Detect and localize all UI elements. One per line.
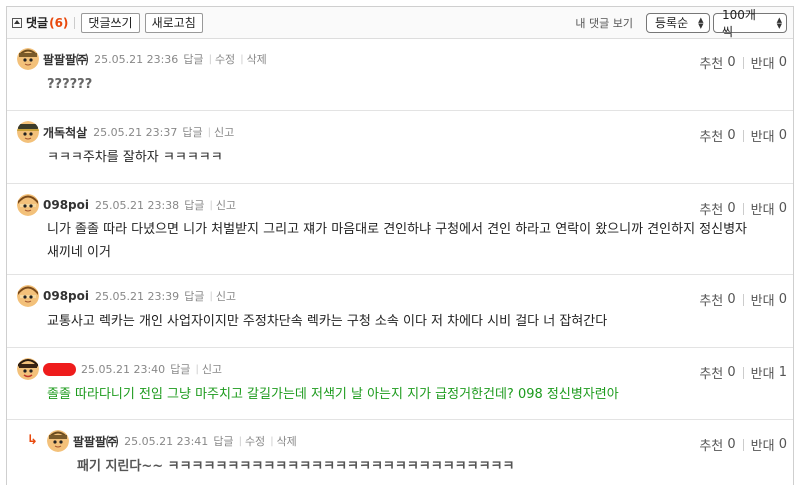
page-size-select-value: 100개씩 xyxy=(722,7,756,39)
upvote-count: 0 xyxy=(727,292,736,307)
upvote-label[interactable]: 추천 xyxy=(699,199,723,218)
vote-box: 추천 0 반대 0 xyxy=(699,290,787,309)
upvote-count: 0 xyxy=(727,55,736,70)
comment-date: 25.05.21 23:38 xyxy=(95,198,180,212)
upvote-label[interactable]: 추천 xyxy=(699,53,723,72)
reply-link[interactable]: 답글 xyxy=(170,361,190,377)
delete-link[interactable]: 삭제 xyxy=(247,51,267,67)
comment-item: 098poi 25.05.21 23:39 답글 | 신고 추천 0 반대 0 … xyxy=(7,275,793,348)
comment-author[interactable]: 개독척살 xyxy=(43,124,87,141)
vote-box: 추천 0 반대 0 xyxy=(699,199,787,218)
comment-text: ?????? xyxy=(47,77,93,92)
reply-link[interactable]: 답글 xyxy=(182,124,202,140)
downvote-count: 0 xyxy=(778,128,787,143)
comment-item: 098poi 25.05.21 23:38 답글 | 신고 추천 0 반대 0 … xyxy=(7,184,793,275)
redacted-nickname xyxy=(43,362,76,376)
avatar[interactable] xyxy=(17,121,39,143)
upvote-label[interactable]: 추천 xyxy=(699,126,723,145)
avatar[interactable] xyxy=(47,430,69,452)
reply-arrow-icon: ↳ xyxy=(27,433,38,448)
report-link[interactable]: 신고 xyxy=(202,361,222,377)
comment-item: 개독척살 25.05.21 23:37 답글 | 신고 추천 0 반대 0 ㅋㅋ… xyxy=(7,111,793,184)
downvote-count: 0 xyxy=(778,437,787,452)
page-size-select[interactable]: 100개씩 ▲ ▼ xyxy=(713,8,787,39)
downvote-label[interactable]: 반대 xyxy=(751,290,775,309)
comment-text: ㅋㅋㅋ주차를 잘하자 ㅋㅋㅋㅋㅋ xyxy=(47,150,223,165)
comment-text: 졸졸 따라다니기 전임 그냥 마주치고 갈길가는데 저색기 날 아는지 지가 급… xyxy=(47,387,619,402)
downvote-count: 0 xyxy=(778,201,787,216)
sort-select-value: 등록순 xyxy=(655,16,689,30)
avatar[interactable] xyxy=(17,48,39,70)
comment-date: 25.05.21 23:41 xyxy=(124,434,209,448)
upvote-count: 0 xyxy=(727,201,736,216)
refresh-button[interactable]: 새로고침 xyxy=(144,12,203,33)
select-arrows-icon: ▲ ▼ xyxy=(698,15,704,30)
avatar[interactable] xyxy=(17,194,39,216)
upvote-label[interactable]: 추천 xyxy=(699,363,723,382)
comment-item: 25.05.21 23:40 답글 | 신고 추천 0 반대 1 졸졸 따라다니… xyxy=(7,348,793,420)
reply-link[interactable]: 답글 xyxy=(183,51,203,67)
comment-item: 팔팔팔㈜ 25.05.21 23:36 답글 | 수정 | 삭제 추천 0 반대… xyxy=(7,39,793,111)
comment-date: 25.05.21 23:37 xyxy=(93,125,178,139)
comment-text: 패기 지린다~~ ㅋㅋㅋㅋㅋㅋㅋㅋㅋㅋㅋㅋㅋㅋㅋㅋㅋㅋㅋㅋㅋㅋㅋㅋㅋㅋㅋㅋㅋ xyxy=(77,459,515,474)
delete-link[interactable]: 삭제 xyxy=(277,433,297,449)
reply-link[interactable]: 답글 xyxy=(184,197,204,213)
edit-link[interactable]: 수정 xyxy=(215,51,235,67)
downvote-label[interactable]: 반대 xyxy=(751,126,775,145)
comment-date: 25.05.21 23:36 xyxy=(94,52,179,66)
collapse-toggle-icon[interactable] xyxy=(12,17,22,28)
edit-link[interactable]: 수정 xyxy=(245,433,265,449)
comment-toolbar: 댓글 (6) 댓글쓰기 새로고침 내 댓글 보기 등록순 ▲ ▼ 100개씩 ▲ ▼ xyxy=(7,7,793,39)
comment-text: 교통사고 렉카는 개인 사업자이지만 주정차단속 렉카는 구청 소속 이다 저 … xyxy=(47,314,608,329)
report-link[interactable]: 신고 xyxy=(216,197,236,213)
view-my-comments-link[interactable]: 내 댓글 보기 xyxy=(575,15,633,31)
downvote-label[interactable]: 반대 xyxy=(751,435,775,454)
downvote-label[interactable]: 반대 xyxy=(751,363,775,382)
comment-date: 25.05.21 23:39 xyxy=(95,289,180,303)
comment-section: 댓글 (6) 댓글쓰기 새로고침 내 댓글 보기 등록순 ▲ ▼ 100개씩 ▲ ▼… xyxy=(6,6,794,485)
comment-author[interactable]: 098poi xyxy=(43,289,89,303)
vote-box: 추천 0 반대 0 xyxy=(699,435,787,454)
report-link[interactable]: 신고 xyxy=(214,124,234,140)
downvote-count: 1 xyxy=(778,365,787,380)
comment-author[interactable]: 팔팔팔㈜ xyxy=(73,433,118,450)
write-comment-button[interactable]: 댓글쓰기 xyxy=(81,12,140,33)
downvote-count: 0 xyxy=(778,292,787,307)
downvote-count: 0 xyxy=(778,55,787,70)
comment-count: (6) xyxy=(49,15,69,30)
reply-link[interactable]: 답글 xyxy=(184,288,204,304)
downvote-label[interactable]: 반대 xyxy=(751,199,775,218)
comment-author[interactable]: 팔팔팔㈜ xyxy=(43,51,88,68)
upvote-count: 0 xyxy=(727,128,736,143)
avatar[interactable] xyxy=(17,285,39,307)
reply-comment-item: ↳ 팔팔팔㈜ 25.05.21 23:41 답글 | 수정 | 삭제 추천 0 … xyxy=(7,420,793,480)
downvote-label[interactable]: 반대 xyxy=(751,53,775,72)
select-arrows-icon: ▲ ▼ xyxy=(776,15,782,30)
vote-box: 추천 0 반대 1 xyxy=(699,363,787,382)
vote-box: 추천 0 반대 0 xyxy=(699,126,787,145)
comment-text: 니가 졸졸 따라 다녔으면 니가 처벌받지 그리고 쟤가 마음대로 견인하냐 구… xyxy=(47,222,747,260)
vote-box: 추천 0 반대 0 xyxy=(699,53,787,72)
comment-author[interactable]: 098poi xyxy=(43,198,89,212)
upvote-label[interactable]: 추천 xyxy=(699,290,723,309)
reply-link[interactable]: 답글 xyxy=(213,433,233,449)
comment-title[interactable]: 댓글 xyxy=(26,14,48,31)
avatar[interactable] xyxy=(17,358,39,380)
report-link[interactable]: 신고 xyxy=(216,288,236,304)
comment-date: 25.05.21 23:40 xyxy=(81,362,166,376)
divider xyxy=(74,16,76,29)
sort-select[interactable]: 등록순 ▲ ▼ xyxy=(646,12,710,33)
upvote-label[interactable]: 추천 xyxy=(699,435,723,454)
upvote-count: 0 xyxy=(727,437,736,452)
upvote-count: 0 xyxy=(727,365,736,380)
